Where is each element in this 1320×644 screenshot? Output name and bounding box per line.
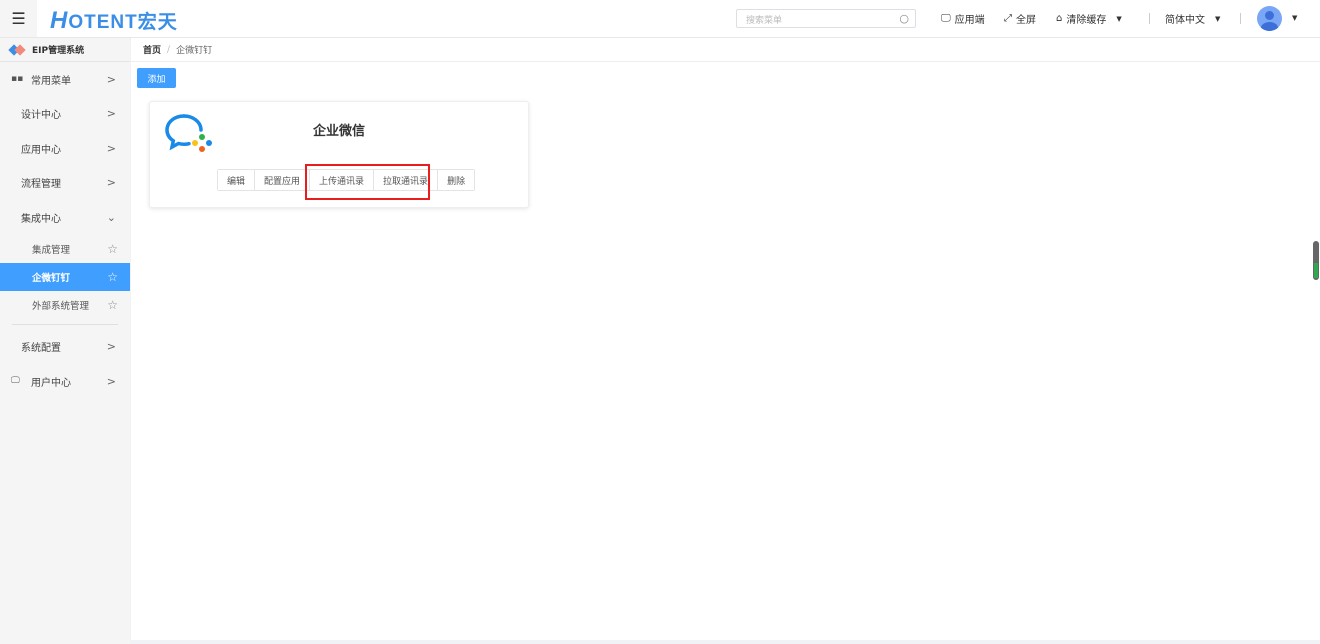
- divider: [1149, 13, 1150, 24]
- chevron-right-icon: >: [106, 176, 116, 190]
- grid-icon: ▪▪: [11, 74, 24, 85]
- divider: [1240, 13, 1241, 24]
- monitor-icon: 🖵: [941, 13, 951, 24]
- star-icon[interactable]: ☆: [107, 270, 118, 284]
- chevron-down-icon: ⌄: [106, 210, 116, 224]
- sidebar-subitem-external-system[interactable]: 外部系统管理 ☆: [0, 291, 130, 319]
- star-icon[interactable]: ☆: [107, 242, 118, 256]
- add-button[interactable]: 添加: [137, 68, 176, 88]
- system-title: EIP管理系统: [0, 38, 130, 62]
- sidebar-subitem-integration-manage[interactable]: 集成管理 ☆: [0, 235, 130, 263]
- fullscreen-button[interactable]: ⤢ 全屏: [1004, 11, 1036, 26]
- configure-app-button[interactable]: 配置应用: [255, 170, 311, 190]
- chevron-right-icon: >: [106, 72, 116, 86]
- sidebar-subitem-wecom-dingtalk[interactable]: 企微钉钉 ☆: [0, 262, 130, 291]
- chevron-right-icon: >: [106, 340, 116, 354]
- breadcrumb-current: 企微钉钉: [176, 46, 213, 56]
- monitor-icon: 🖵: [11, 376, 20, 387]
- sidebar-item-design[interactable]: 设计中心 >: [0, 97, 130, 132]
- avatar[interactable]: [1257, 6, 1282, 31]
- caret-down-icon: ▼: [1215, 14, 1221, 23]
- top-header: ☰ HOTENT宏天 搜索菜单 ○ 🖵 应用端 ⤢ 全屏 ⌂ 清除缓存 ▼ 简体中文 ▼ ▼: [0, 0, 1320, 38]
- caret-down-icon: ▼: [1116, 14, 1122, 23]
- sidebar-item-user-center[interactable]: 🖵 用户中心 >: [0, 364, 130, 399]
- card-title: 企业微信: [312, 124, 365, 139]
- logo: HOTENT宏天: [50, 7, 178, 34]
- search-icon: ○: [899, 12, 909, 25]
- clear-cache-button[interactable]: ⌂ 清除缓存 ▼: [1056, 11, 1122, 26]
- language-select[interactable]: 简体中文 ▼: [1165, 11, 1221, 27]
- clear-icon: ⌂: [1056, 13, 1063, 24]
- divider: [12, 323, 118, 325]
- sidebar-item-app[interactable]: 应用中心 >: [0, 131, 130, 166]
- delete-button[interactable]: 删除: [438, 170, 475, 190]
- main-content: 首页 / 企微钉钉 添加 企业微信 编辑 配置应用 上传通讯录 拉取通讯录 删除: [131, 38, 1320, 640]
- sidebar-item-favorites[interactable]: ▪▪ 常用菜单 >: [0, 62, 130, 97]
- breadcrumb-home[interactable]: 首页: [143, 43, 161, 56]
- app-end-button[interactable]: 🖵 应用端: [941, 11, 985, 26]
- system-logo-icon: [10, 45, 26, 55]
- menu-toggle-icon[interactable]: ☰: [0, 0, 37, 37]
- star-icon[interactable]: ☆: [107, 298, 118, 312]
- fullscreen-icon: ⤢: [1004, 13, 1012, 24]
- search-input[interactable]: 搜索菜单 ○: [736, 9, 916, 28]
- sidebar: EIP管理系统 ▪▪ 常用菜单 > 设计中心 > 应用中心 > 流程管理 > 集成中心 ⌄ …: [0, 38, 130, 644]
- breadcrumb-separator: /: [167, 44, 171, 55]
- chevron-right-icon: >: [106, 107, 116, 121]
- breadcrumb: 首页 / 企微钉钉: [131, 38, 1320, 62]
- scrollbar[interactable]: [1313, 241, 1319, 280]
- caret-down-icon[interactable]: ▼: [1292, 14, 1297, 22]
- chevron-right-icon: >: [106, 374, 116, 388]
- sidebar-item-system-config[interactable]: 系统配置 >: [0, 330, 130, 365]
- chevron-right-icon: >: [106, 141, 116, 155]
- sidebar-item-integration[interactable]: 集成中心 ⌄: [0, 200, 130, 235]
- wecom-card: 企业微信 编辑 配置应用 上传通讯录 拉取通讯录 删除: [149, 101, 529, 208]
- edit-button[interactable]: 编辑: [218, 170, 256, 190]
- sidebar-item-flow[interactable]: 流程管理 >: [0, 166, 130, 201]
- highlight-box: [305, 164, 430, 200]
